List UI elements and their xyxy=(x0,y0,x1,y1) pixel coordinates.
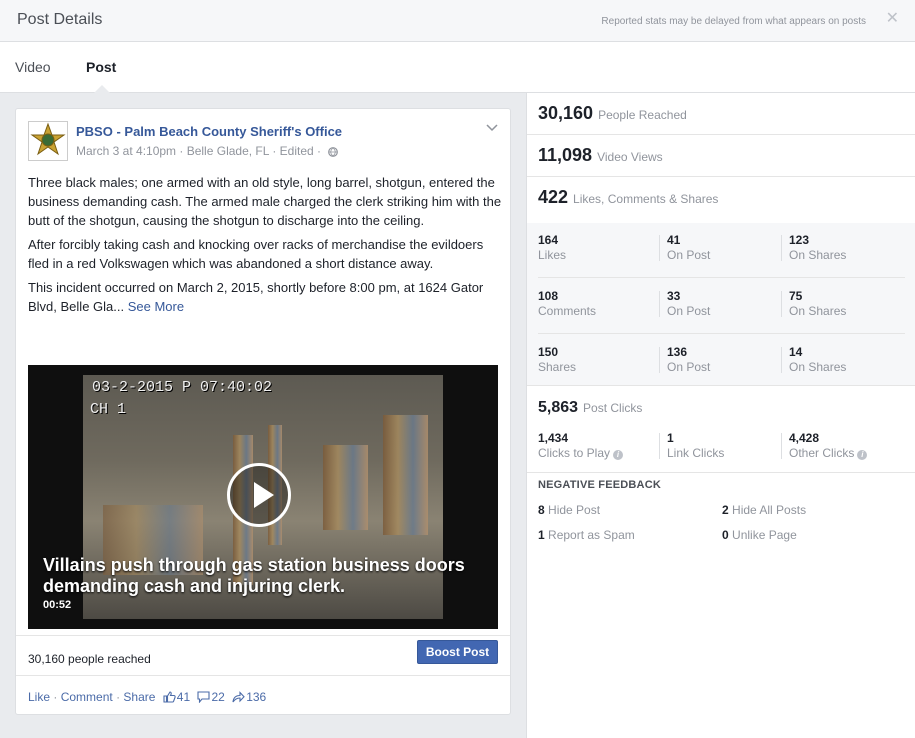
post-stats-pane: 30,160 People Reached 11,098 Video Views 4… xyxy=(526,93,915,738)
sheriff-star-icon xyxy=(30,122,66,156)
post-meta-text: March 3 at 4:10pm · Belle Glade, FL · Ed… xyxy=(76,144,321,158)
video-player[interactable]: 03-2-2015 P 07:40:02 CH 1 Villains push … xyxy=(28,365,498,629)
comment-icon xyxy=(197,691,211,703)
stat-cell: 164 Likes xyxy=(538,233,567,262)
post-card: PBSO - Palm Beach County Sheriff's Offic… xyxy=(15,108,511,715)
like-count: 41 xyxy=(176,690,191,704)
video-views-value: 11,098 xyxy=(538,145,593,165)
chevron-down-icon[interactable] xyxy=(486,121,498,135)
tab-bar: Video Post xyxy=(0,42,915,93)
video-duration: 00:52 xyxy=(43,599,72,611)
cctv-timestamp: 03-2-2015 P 07:40:02 xyxy=(92,379,273,396)
post-paragraph: After forcibly taking cash and knocking … xyxy=(28,237,484,271)
people-reached-label: People Reached xyxy=(598,108,687,122)
like-link[interactable]: Like xyxy=(28,690,50,704)
info-icon[interactable]: i xyxy=(613,450,624,460)
divider xyxy=(16,675,510,676)
stat-cell: 4,428 Other Clicks i xyxy=(789,431,899,460)
post-paragraph-text: This incident occurred on March 2, 2015,… xyxy=(28,280,484,314)
negative-feedback-item: 2 Hide All Posts xyxy=(722,503,807,517)
share-link[interactable]: Share xyxy=(123,690,155,704)
stat-cell: 1,434 Clicks to Play i xyxy=(538,431,648,460)
thumbs-up-icon xyxy=(163,691,176,703)
negative-feedback-item: 0 Unlike Page xyxy=(722,528,797,542)
post-clicks-label: Post Clicks xyxy=(583,401,643,415)
page-name-link[interactable]: PBSO - Palm Beach County Sheriff's Offic… xyxy=(76,124,342,139)
page-avatar[interactable] xyxy=(28,121,68,161)
share-icon xyxy=(232,691,245,703)
stat-cell: 123 On Shares xyxy=(789,233,847,262)
dialog-header: Post Details Reported stats may be delay… xyxy=(0,0,915,42)
post-preview-pane: PBSO - Palm Beach County Sheriff's Offic… xyxy=(0,93,526,738)
tab-video[interactable]: Video xyxy=(15,59,51,75)
divider xyxy=(16,635,510,636)
stat-cell: 136 On Post xyxy=(667,345,711,374)
post-paragraph: Three black males; one armed with an old… xyxy=(28,175,502,228)
boost-post-button[interactable]: Boost Post xyxy=(417,640,498,664)
see-more-link[interactable]: See More xyxy=(128,299,184,314)
post-paragraph: This incident occurred on March 2, 2015,… xyxy=(28,278,502,316)
people-reached-text: 30,160 people reached xyxy=(28,652,151,666)
post-actions: Like · Comment · Share 41 22 136 xyxy=(28,690,267,704)
post-meta: March 3 at 4:10pm · Belle Glade, FL · Ed… xyxy=(76,144,339,158)
post-body: Three black males; one armed with an old… xyxy=(28,173,502,321)
negative-feedback-title: NEGATIVE FEEDBACK xyxy=(538,479,661,491)
engagement-breakdown: 164 Likes 41 On Post 123 On Shares 108 Comme… xyxy=(527,223,915,386)
engagement-label: Likes, Comments & Shares xyxy=(573,192,719,206)
comment-count: 22 xyxy=(211,690,225,704)
stat-cell: 150 Shares xyxy=(538,345,577,374)
stat-engagement: 422 Likes, Comments & Shares xyxy=(527,177,915,223)
stat-people-reached: 30,160 People Reached xyxy=(527,93,915,135)
comment-link[interactable]: Comment xyxy=(61,690,113,704)
post-clicks-value: 5,863 xyxy=(538,399,579,416)
stat-cell: 33 On Post xyxy=(667,289,711,318)
people-reached-value: 30,160 xyxy=(538,103,594,123)
share-count: 136 xyxy=(246,690,267,704)
stat-cell: 75 On Shares xyxy=(789,289,847,318)
globe-icon xyxy=(328,147,339,157)
negative-feedback-item: 1 Report as Spam xyxy=(538,528,635,542)
stat-post-clicks: 5,863 Post Clicks 1,434 Clicks to Play i 1L… xyxy=(527,387,915,473)
stat-video-views: 11,098 Video Views xyxy=(527,135,915,177)
negative-feedback-item: 8 Hide Post xyxy=(538,503,601,517)
stats-delay-note: Reported stats may be delayed from what … xyxy=(601,16,866,27)
video-views-label: Video Views xyxy=(597,150,663,164)
video-title: Villains push through gas station busine… xyxy=(43,555,465,596)
cctv-channel: CH 1 xyxy=(90,401,127,418)
dialog-title: Post Details xyxy=(17,11,103,28)
stat-cell: 14 On Shares xyxy=(789,345,847,374)
tab-post[interactable]: Post xyxy=(86,59,116,75)
play-icon[interactable] xyxy=(227,463,291,527)
close-icon[interactable]: ✕ xyxy=(886,11,899,27)
stat-cell: 41 On Post xyxy=(667,233,711,262)
stat-cell: 108 Comments xyxy=(538,289,597,318)
stat-cell: 1 Link Clicks xyxy=(667,431,725,460)
info-icon[interactable]: i xyxy=(857,450,868,460)
engagement-value: 422 xyxy=(538,187,569,207)
active-tab-caret xyxy=(94,85,110,93)
